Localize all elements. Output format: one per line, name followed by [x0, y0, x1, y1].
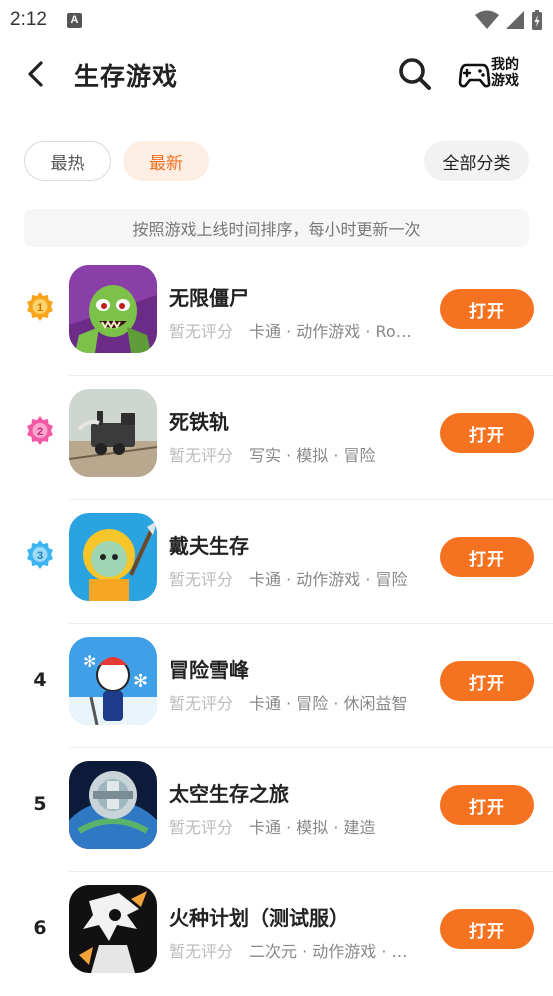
train-game-icon [69, 389, 157, 477]
open-game-button[interactable]: 打开 [440, 537, 534, 577]
game-tags: 二次元 · 动作游戏 · 冒… [249, 942, 419, 961]
gamepad-icon [458, 63, 491, 88]
rank-badge: 5 [22, 786, 58, 822]
open-game-button[interactable]: 打开 [440, 413, 534, 453]
filter-new-tab[interactable]: 最新 [123, 141, 209, 181]
wifi-icon [475, 10, 499, 29]
game-tags: 卡通 · 动作游戏 · Rog… [249, 322, 419, 341]
game-meta: 暂无评分 卡通 · 动作游戏 · 冒险 [169, 566, 408, 590]
game-tags: 写实 · 模拟 · 冒险 [249, 446, 376, 465]
rank-medal-blue-icon: 3 [22, 538, 58, 574]
game-row[interactable]: 3 戴夫生存 暂无评分 卡通 · 动作游戏 · 冒险 打开 [0, 500, 553, 624]
game-row[interactable]: 1 无限僵尸 暂无评分 卡通 · 动作游戏 · Rog… 打开 [0, 252, 553, 376]
search-icon [399, 58, 431, 90]
game-rating: 暂无评分 [169, 446, 234, 465]
svg-text:✻: ✻ [83, 652, 96, 671]
rank-number: 1 [37, 302, 43, 314]
game-name: 太空生存之旅 [169, 782, 289, 806]
game-rating: 暂无评分 [169, 818, 234, 837]
game-tags: 卡通 · 动作游戏 · 冒险 [249, 570, 408, 589]
page-title: 生存游戏 [74, 62, 179, 91]
status-time: 2:12 [10, 9, 47, 30]
filter-row: 最热 最新 全部分类 [0, 140, 553, 184]
rank-badge: 4 [22, 662, 58, 698]
status-icons [475, 9, 543, 31]
rank-number: 2 [37, 426, 43, 438]
rank-number: 5 [33, 793, 47, 815]
rank-number: 4 [33, 669, 47, 691]
game-row[interactable]: 6 火种计划（测试服） 暂无评分 二次元 · 动作游戏 · 冒… 打开 [0, 872, 553, 996]
open-game-button[interactable]: 打开 [440, 909, 534, 949]
game-tags: 卡通 · 模拟 · 建造 [249, 818, 376, 837]
game-name: 戴夫生存 [169, 534, 249, 558]
game-meta: 暂无评分 二次元 · 动作游戏 · 冒… [169, 938, 419, 962]
game-name: 冒险雪峰 [169, 658, 249, 682]
dave-game-icon [69, 513, 157, 601]
rank-number: 3 [37, 550, 43, 562]
header: 生存游戏 我的游戏 [0, 40, 553, 110]
signal-icon [506, 11, 524, 29]
spark-project-game-icon [69, 885, 157, 973]
game-row[interactable]: 4 ✻ ✻ 冒险雪峰 暂无评分 卡通 · 冒险 · 休闲益智 打开 [0, 624, 553, 748]
game-name: 火种计划（测试服） [169, 906, 349, 930]
open-game-button[interactable]: 打开 [440, 661, 534, 701]
game-name: 死铁轨 [169, 410, 229, 434]
snow-peak-game-icon: ✻ ✻ [69, 637, 157, 725]
open-game-button[interactable]: 打开 [440, 289, 534, 329]
all-categories-button[interactable]: 全部分类 [424, 141, 529, 181]
game-meta: 暂无评分 写实 · 模拟 · 冒险 [169, 442, 376, 466]
game-rating: 暂无评分 [169, 570, 234, 589]
zombie-game-icon [69, 265, 157, 353]
search-button[interactable] [396, 55, 434, 93]
status-bar: 2:12 A [0, 0, 553, 40]
my-games-button[interactable]: 我的游戏 [458, 52, 528, 96]
game-row[interactable]: 2 死铁轨 暂无评分 写实 · 模拟 · 冒险 打开 [0, 376, 553, 500]
rank-medal-gold-icon: 1 [22, 290, 58, 326]
game-meta: 暂无评分 卡通 · 冒险 · 休闲益智 [169, 690, 408, 714]
game-meta: 暂无评分 卡通 · 模拟 · 建造 [169, 814, 376, 838]
back-arrow-icon [28, 61, 43, 87]
game-name: 无限僵尸 [169, 286, 249, 310]
game-rating: 暂无评分 [169, 694, 234, 713]
game-row[interactable]: 5 太空生存之旅 暂无评分 卡通 · 模拟 · 建造 打开 [0, 748, 553, 872]
rank-number: 6 [33, 917, 47, 939]
my-games-label: 我的游戏 [491, 57, 519, 89]
space-station-game-icon [69, 761, 157, 849]
game-rating: 暂无评分 [169, 322, 234, 341]
battery-icon [532, 10, 542, 30]
rank-medal-pink-icon: 2 [22, 414, 58, 450]
game-rating: 暂无评分 [169, 942, 234, 961]
filter-hot-tab[interactable]: 最热 [24, 141, 111, 181]
open-game-button[interactable]: 打开 [440, 785, 534, 825]
rank-badge: 6 [22, 910, 58, 946]
back-button[interactable] [18, 56, 54, 92]
sort-info-banner: 按照游戏上线时间排序，每小时更新一次 [24, 209, 529, 247]
game-meta: 暂无评分 卡通 · 动作游戏 · Rog… [169, 318, 419, 342]
game-tags: 卡通 · 冒险 · 休闲益智 [249, 694, 408, 713]
svg-text:✻: ✻ [133, 671, 148, 692]
notification-icon: A [66, 12, 82, 28]
